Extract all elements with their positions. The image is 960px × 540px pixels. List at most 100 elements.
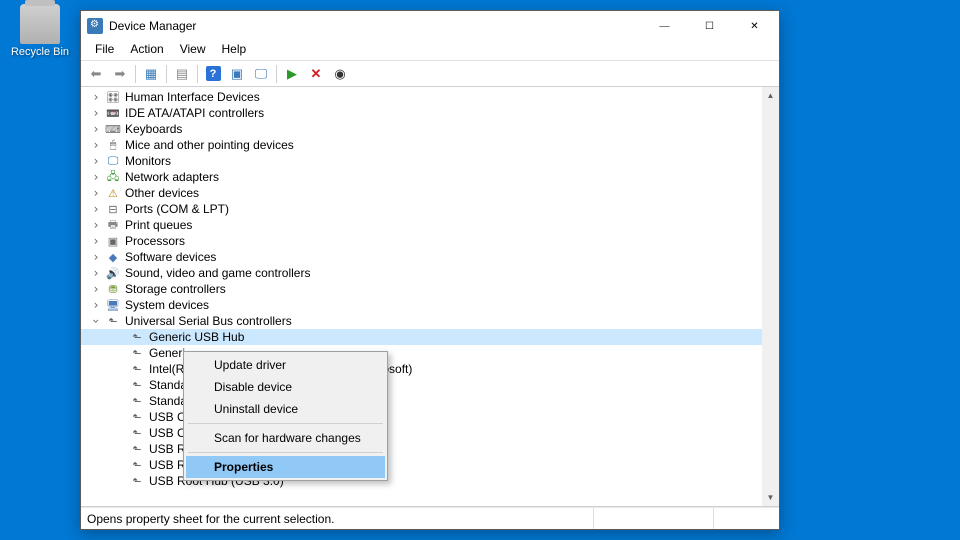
statusbar-segment [593, 508, 713, 529]
statusbar: Opens property sheet for the current sel… [81, 507, 779, 529]
context-menu-item[interactable]: Uninstall device [186, 398, 385, 420]
expand-icon[interactable]: › [89, 218, 103, 232]
expand-icon[interactable]: › [89, 186, 103, 200]
tree-category[interactable]: ›🖧Network adapters [81, 169, 762, 185]
expand-icon[interactable]: › [89, 234, 103, 248]
vertical-scrollbar[interactable]: ▲ ▼ [762, 87, 779, 506]
toolbar-sep [276, 65, 277, 83]
usb-device-icon: ⬑ [129, 458, 145, 472]
context-menu-item[interactable]: Properties [186, 456, 385, 478]
category-label: Sound, video and game controllers [125, 266, 310, 280]
expand-icon[interactable]: › [89, 122, 103, 136]
scroll-down-icon[interactable]: ▼ [762, 489, 779, 506]
tree-category[interactable]: ›🖵 Monitors [81, 153, 762, 169]
tree-category[interactable]: ›◆Software devices [81, 249, 762, 265]
toolbar-sep [166, 65, 167, 83]
scan-button[interactable]: ◉ [329, 63, 351, 85]
back-icon: ⬅ [91, 66, 102, 82]
tree-category[interactable]: ›🖶 Print queues [81, 217, 762, 233]
tree-category-usb[interactable]: ›⬑Universal Serial Bus controllers [81, 313, 762, 329]
category-icon: 🖱 [105, 138, 121, 152]
tree-category[interactable]: ›⛃ Storage controllers [81, 281, 762, 297]
menu-action[interactable]: Action [122, 41, 171, 60]
scan-icon: ◉ [334, 66, 345, 82]
expand-icon[interactable]: › [89, 138, 103, 152]
menu-file[interactable]: File [87, 41, 122, 60]
tree-category[interactable]: ›🖥System devices [81, 297, 762, 313]
desktop-recycle-bin[interactable]: Recycle Bin [10, 4, 70, 58]
tree-category[interactable]: ›⚠ Other devices [81, 185, 762, 201]
delete-icon: ✕ [311, 66, 322, 82]
menu-help[interactable]: Help [214, 41, 255, 60]
tree-category[interactable]: ›🎛Human Interface Devices [81, 89, 762, 105]
category-icon: 🖶 [105, 218, 121, 232]
category-label: Keyboards [125, 122, 182, 136]
category-icon: 📼 [105, 106, 121, 120]
expand-icon[interactable]: › [89, 154, 103, 168]
expand-icon[interactable]: › [89, 266, 103, 280]
device-manager-window: Device Manager — ☐ ✕ File Action View He… [80, 10, 780, 530]
uninstall-button[interactable]: ✕ [305, 63, 327, 85]
tree-category[interactable]: ›▣Processors [81, 233, 762, 249]
expand-icon[interactable]: › [89, 250, 103, 264]
context-menu-item[interactable]: Scan for hardware changes [186, 427, 385, 449]
usb-device-icon: ⬑ [129, 474, 145, 488]
titlebar[interactable]: Device Manager — ☐ ✕ [81, 11, 779, 41]
menubar: File Action View Help [81, 41, 779, 61]
tree-category[interactable]: ›🔊Sound, video and game controllers [81, 265, 762, 281]
category-label: Storage controllers [125, 282, 226, 296]
collapse-icon[interactable]: › [89, 314, 103, 328]
recycle-bin-label: Recycle Bin [10, 46, 70, 58]
monitor-icon: 🖵 [255, 66, 268, 82]
usb-device-icon: ⬑ [129, 426, 145, 440]
page-icon: ▤ [176, 66, 188, 82]
category-icon: 🖧 [105, 170, 121, 184]
category-icon: ⛃ [105, 282, 121, 296]
expand-icon[interactable]: › [89, 106, 103, 120]
tree-category[interactable]: ›🖱Mice and other pointing devices [81, 137, 762, 153]
category-icon: 🖵 [105, 154, 121, 168]
tree-device[interactable]: ⬑Generic USB Hub [81, 329, 762, 345]
usb-category-icon: ⬑ [105, 314, 121, 328]
device-label: Generic USB Hub [149, 330, 244, 344]
category-icon: ⚠ [105, 186, 121, 200]
enable-button[interactable]: ▶ [281, 63, 303, 85]
help-button[interactable]: ? [202, 63, 224, 85]
forward-icon: ➡ [115, 66, 126, 82]
toolbar-sep [197, 65, 198, 83]
tree-category[interactable]: ›📼IDE ATA/ATAPI controllers [81, 105, 762, 121]
usb-device-icon: ⬑ [129, 410, 145, 424]
device-label: Generi [149, 346, 185, 360]
context-menu-divider [188, 423, 383, 424]
properties-toolbar-button[interactable]: ▤ [171, 63, 193, 85]
showhide-button[interactable]: ▦ [140, 63, 162, 85]
tree-category[interactable]: ›⌨Keyboards [81, 121, 762, 137]
category-label: Monitors [125, 154, 171, 168]
expand-icon[interactable]: › [89, 90, 103, 104]
category-icon: ▣ [105, 234, 121, 248]
forward-button[interactable]: ➡ [109, 63, 131, 85]
tree-category[interactable]: ›⊟Ports (COM & LPT) [81, 201, 762, 217]
enable-icon: ▶ [287, 66, 297, 82]
context-menu-item[interactable]: Update driver [186, 354, 385, 376]
usb-device-icon: ⬑ [129, 442, 145, 456]
minimize-button[interactable]: — [642, 12, 687, 40]
category-label: Other devices [125, 186, 199, 200]
back-button[interactable]: ⬅ [85, 63, 107, 85]
maximize-button[interactable]: ☐ [687, 12, 732, 40]
category-label: Software devices [125, 250, 216, 264]
expand-icon[interactable]: › [89, 202, 103, 216]
expand-icon[interactable]: › [89, 282, 103, 296]
scroll-up-icon[interactable]: ▲ [762, 87, 779, 104]
monitor-button[interactable]: 🖵 [250, 63, 272, 85]
expand-icon[interactable]: › [89, 170, 103, 184]
category-label: Print queues [125, 218, 192, 232]
context-menu-item[interactable]: Disable device [186, 376, 385, 398]
expand-icon[interactable]: › [89, 298, 103, 312]
menu-view[interactable]: View [172, 41, 214, 60]
usb-device-icon: ⬑ [129, 362, 145, 376]
context-menu-divider [188, 452, 383, 453]
status-text: Opens property sheet for the current sel… [87, 512, 593, 526]
refresh-button[interactable]: ▣ [226, 63, 248, 85]
close-button[interactable]: ✕ [732, 12, 777, 40]
